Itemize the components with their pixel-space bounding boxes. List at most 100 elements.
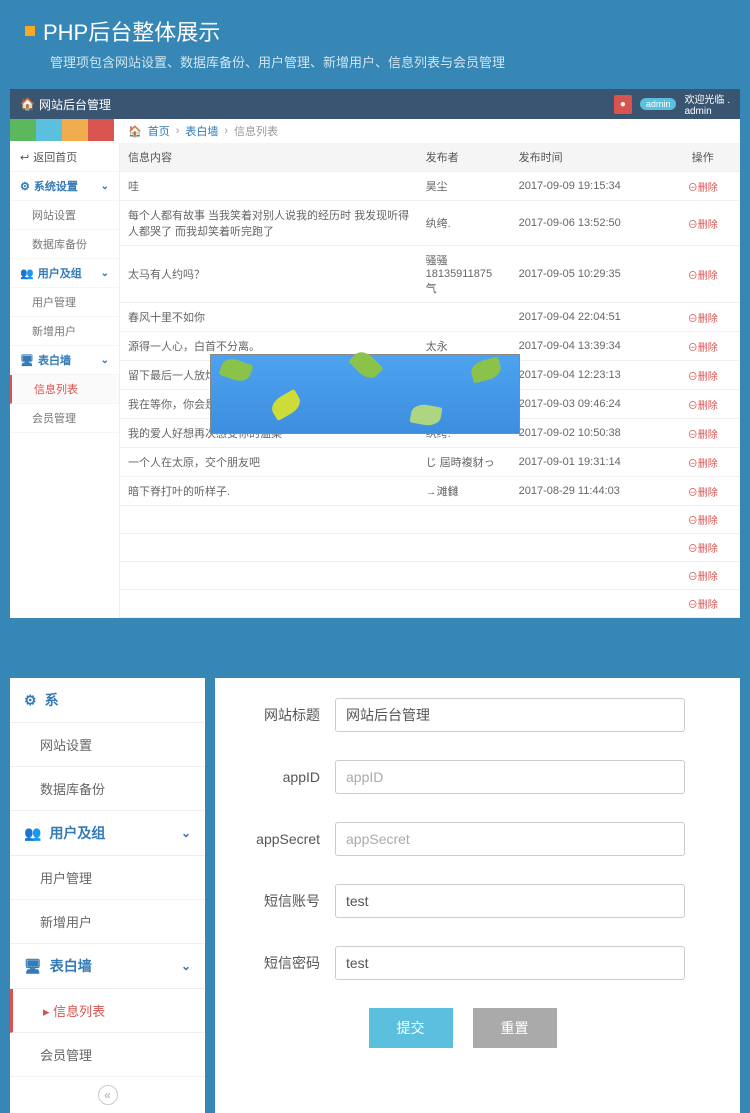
chevron-down-icon: ⌄ [101,355,109,366]
sidebar-item-user-mgmt[interactable]: 用户管理 [10,856,205,900]
chevron-down-icon: ⌄ [181,959,191,973]
delete-button[interactable]: ⊖删除 [688,401,718,412]
settings-form: 网站标题 appID appSecret 短信账号 短信密码 提交 重置 [215,678,740,1113]
table-row: ⊖删除 [120,534,740,562]
input-site-title[interactable] [335,698,685,732]
cell-time: 2017-09-03 09:46:24 [511,390,666,419]
sidebar-group-users[interactable]: 用户及组⌄ [10,259,119,288]
sidebar-item-site-settings[interactable]: 网站设置 [10,201,119,230]
sidebar-item-msg-list[interactable]: ▸ 信息列表 [10,989,205,1033]
label-site-title: 网站标题 [215,705,335,725]
table-row: ⊖删除 [120,562,740,590]
delete-button[interactable]: ⊖删除 [688,544,718,555]
sidebar-group-system[interactable]: 系 [10,678,205,723]
sidebar-item-user-mgmt[interactable]: 用户管理 [10,288,119,317]
topbar: 网站后台管理 ● admin 欢迎光临 .admin [10,89,740,119]
col-time: 发布时间 [511,143,666,172]
input-sms-password[interactable] [335,946,685,980]
color-red-button[interactable] [88,119,114,141]
user-badge[interactable]: admin [640,98,677,110]
breadcrumb-mid[interactable]: 表白墙 [185,123,218,139]
table-row: ⊖删除 [120,506,740,534]
delete-button[interactable]: ⊖删除 [688,488,718,499]
cell-content: 哇 [120,172,418,201]
welcome-text: 欢迎光临 .admin [684,91,730,117]
cell-time: 2017-09-06 13:52:50 [511,201,666,246]
cell-author: 昊尘 [418,172,511,201]
reset-button[interactable]: 重置 [473,1008,557,1048]
sidebar-group-system[interactable]: 系统设置⌄ [10,172,119,201]
sidebar-item-new-user[interactable]: 新增用户 [10,317,119,346]
delete-button[interactable]: ⊖删除 [688,600,718,611]
table-row: 一个人在太原，交个朋友吧じ 屆時複豺っ2017-09-01 19:31:14⊖删… [120,448,740,477]
chevron-right-icon: › [224,125,228,137]
cell-time: 2017-09-04 13:39:34 [511,332,666,361]
breadcrumb-home-icon [128,125,142,138]
delete-button[interactable]: ⊖删除 [688,430,718,441]
delete-button[interactable]: ⊖删除 [688,459,718,470]
header-title: PHP后台整体展示 [43,15,220,47]
breadcrumb-home[interactable]: 首页 [148,123,170,139]
sidebar-group-users[interactable]: 用户及组⌄ [10,811,205,856]
topbar-action-button[interactable]: ● [614,95,632,114]
delete-button[interactable]: ⊖删除 [688,372,718,383]
color-orange-button[interactable] [62,119,88,141]
input-appid[interactable] [335,760,685,794]
gear-icon [20,180,30,193]
delete-button[interactable]: ⊖删除 [688,271,718,282]
cell-content: 一个人在太原，交个朋友吧 [120,448,418,477]
col-op: 操作 [666,143,740,172]
users-icon [24,825,41,842]
collapse-icon: « [98,1085,118,1105]
overlay-banner [210,354,520,434]
submit-button[interactable]: 提交 [369,1008,453,1048]
delete-button[interactable]: ⊖删除 [688,314,718,325]
sidebar-small: 返回首页 系统设置⌄ 网站设置 数据库备份 用户及组⌄ 用户管理 新增用户 表白… [10,143,120,618]
sidebar-item-db-backup[interactable]: 数据库备份 [10,767,205,811]
delete-button[interactable]: ⊖删除 [688,572,718,583]
input-sms-account[interactable] [335,884,685,918]
sidebar-item-member-mgmt[interactable]: 会员管理 [10,1033,205,1077]
table-row: 每个人都有故事 当我笑着对别人说我的经历时 我发现听得人都哭了 而我却笑着听完跑… [120,201,740,246]
users-icon [20,267,34,280]
delete-button[interactable]: ⊖删除 [688,343,718,354]
sidebar-item-new-user[interactable]: 新增用户 [10,900,205,944]
label-appsecret: appSecret [215,831,335,847]
gear-icon [24,692,37,709]
accent-square-icon [25,26,35,36]
cell-time: 2017-09-01 19:31:14 [511,448,666,477]
table-row: ⊖删除 [120,590,740,618]
cell-time: 2017-09-04 12:23:13 [511,361,666,390]
cell-time: 2017-09-05 10:29:35 [511,246,666,303]
cell-content: 每个人都有故事 当我笑着对别人说我的经历时 我发现听得人都哭了 而我却笑着听完跑… [120,201,418,246]
input-appsecret[interactable] [335,822,685,856]
sidebar-large: 系 网站设置 数据库备份 用户及组⌄ 用户管理 新增用户 表白墙⌄ ▸ 信息列表… [10,678,205,1113]
sidebar-item-db-backup[interactable]: 数据库备份 [10,230,119,259]
cell-author: →滩雠 [418,477,511,506]
chevron-down-icon: ⌄ [181,826,191,840]
delete-button[interactable]: ⊖删除 [688,516,718,527]
sidebar-group-wall[interactable]: 表白墙⌄ [10,944,205,989]
sidebar-collapse-button[interactable]: « [10,1077,205,1113]
topbar-home[interactable]: 网站后台管理 [20,96,111,113]
sidebar-group-wall[interactable]: 表白墙⌄ [10,346,119,375]
breadcrumb: 首页 › 表白墙 › 信息列表 [118,119,288,143]
admin-panel-top: 网站后台管理 ● admin 欢迎光临 .admin 首页 › 表白墙 › 信息… [10,89,740,618]
delete-button[interactable]: ⊖删除 [688,220,718,231]
sidebar-item-site-settings[interactable]: 网站设置 [10,723,205,767]
delete-button[interactable]: ⊖删除 [688,183,718,194]
color-cyan-button[interactable] [36,119,62,141]
page-header: PHP后台整体展示 管理项包含网站设置、数据库备份、用户管理、新增用户、信息列表… [0,0,750,81]
chevron-right-icon: › [176,125,180,137]
sidebar-item-msg-list[interactable]: 信息列表 [10,375,119,404]
sidebar-item-member-mgmt[interactable]: 会员管理 [10,404,119,433]
monitor-icon [24,958,42,975]
label-sms-account: 短信账号 [215,891,335,911]
sidebar-back[interactable]: 返回首页 [10,143,119,172]
cell-author [418,303,511,332]
cell-content: 暗下脊打叶的听样子. [120,477,418,506]
cell-content: 春风十里不如你 [120,303,418,332]
color-green-button[interactable] [10,119,36,141]
back-icon [20,151,29,164]
chevron-down-icon: ⌄ [101,181,109,192]
